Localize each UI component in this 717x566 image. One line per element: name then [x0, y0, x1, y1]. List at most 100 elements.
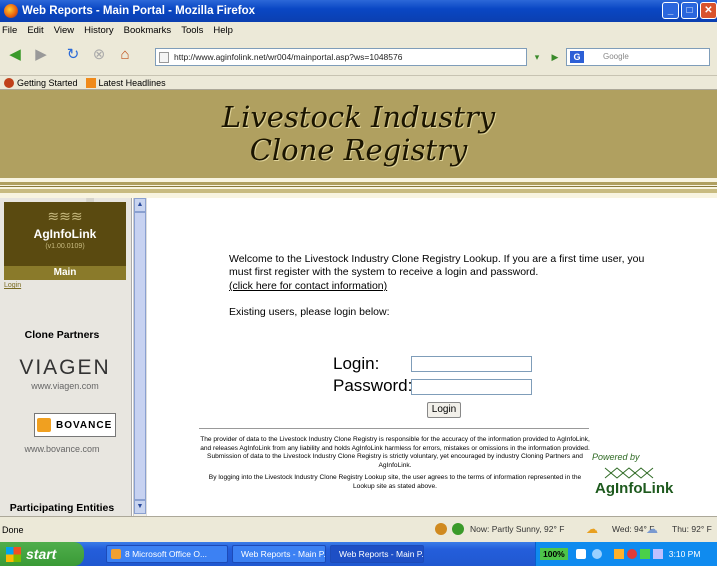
- weather-now: Now: Partly Sunny, 92° F: [470, 524, 565, 534]
- site-banner: Livestock Industry Clone Registry: [0, 90, 717, 178]
- stop-icon[interactable]: ⊗: [88, 44, 110, 66]
- bookmark-latest-headlines[interactable]: Latest Headlines: [85, 77, 166, 88]
- powered-by-logo: AgInfoLink: [595, 480, 674, 497]
- main-nav-header[interactable]: Main: [4, 266, 126, 280]
- banner-divider: [0, 178, 717, 198]
- menu-bookmarks[interactable]: Bookmarks: [124, 25, 172, 36]
- security-icon[interactable]: [626, 549, 637, 559]
- page-icon: [159, 52, 169, 63]
- clock: 3:10 PM: [668, 549, 701, 559]
- bookmark-label: Latest Headlines: [98, 77, 166, 88]
- taskbar-item-web-reports-2[interactable]: Web Reports - Main P...: [330, 545, 424, 563]
- firefox-icon: [4, 4, 18, 18]
- contact-info-link[interactable]: (click here for contact information): [229, 280, 387, 292]
- logo-name: AgInfoLink: [33, 227, 97, 241]
- status-bar: Done Now: Partly Sunny, 92° F ☁ Wed: 94°…: [0, 516, 717, 542]
- aginfolink-globe-icon: [604, 467, 654, 479]
- divider: [199, 428, 589, 429]
- weather-thu: Thu: 92° F: [672, 524, 712, 534]
- rss-icon: [85, 77, 96, 88]
- menu-bar: File Edit View History Bookmarks Tools H…: [0, 22, 717, 38]
- system-tray: 100% 3:10 PM: [535, 542, 717, 566]
- viagen-logo: VIAGEN: [19, 356, 111, 379]
- address-actions: ▾ ▶: [530, 48, 562, 66]
- maximize-button[interactable]: □: [681, 2, 698, 19]
- sidebar: Link ≋≋≋ AgInfoLink (v1.00.0109) Main Lo…: [0, 198, 132, 516]
- close-button[interactable]: ✕: [700, 2, 717, 19]
- task-label: Web Reports - Main P...: [339, 549, 424, 559]
- bookmark-label: Getting Started: [17, 77, 78, 88]
- sidebar-login-link[interactable]: Login: [4, 282, 21, 289]
- taskbar-item-office[interactable]: 8 Microsoft Office O...: [106, 545, 228, 563]
- window-controls: _ □ ✕: [660, 2, 717, 19]
- banner-title-line2: Clone Registry: [249, 133, 468, 167]
- bovance-logo[interactable]: BOVANCE: [34, 413, 116, 437]
- globe-icon: ≋≋≋: [47, 208, 83, 224]
- disclaimer: The provider of data to the Livestock In…: [199, 436, 591, 492]
- password-field[interactable]: [411, 379, 532, 395]
- clone-partners-heading: Clone Partners: [24, 329, 100, 341]
- menu-help[interactable]: Help: [213, 25, 233, 36]
- menu-tools[interactable]: Tools: [181, 25, 203, 36]
- bookmark-getting-started[interactable]: Getting Started: [4, 77, 78, 88]
- bovance-url[interactable]: www.bovance.com: [0, 444, 124, 454]
- windows-logo-icon: [6, 546, 21, 562]
- network-icon[interactable]: [575, 549, 586, 559]
- address-bar[interactable]: http://www.aginfolink.net/wr004/mainport…: [155, 48, 527, 66]
- version-label: (v1.00.0109): [45, 243, 85, 250]
- bookmark-icon: [4, 77, 14, 88]
- password-label: Password:: [333, 376, 413, 395]
- weather-addon-icon[interactable]: [435, 523, 447, 535]
- navigation-toolbar: ◀ ▶ ↻ ⊗ ⌂ http://www.aginfolink.net/wr00…: [0, 38, 717, 76]
- login-button[interactable]: Login: [427, 402, 461, 418]
- start-label: start: [26, 546, 57, 562]
- back-icon[interactable]: ◀: [4, 44, 26, 66]
- search-input[interactable]: G Google: [566, 48, 710, 66]
- bookmarks-toolbar: Getting Started Latest Headlines: [0, 76, 717, 90]
- viagen-partner-link[interactable]: VIAGEN www.viagen.com: [6, 356, 124, 391]
- home-icon[interactable]: ⌂: [114, 44, 136, 66]
- participating-entities-heading: Participating Entities: [9, 502, 115, 514]
- scroll-up-icon[interactable]: ▲: [134, 198, 146, 212]
- menu-view[interactable]: View: [54, 25, 74, 36]
- tray-app-icon[interactable]: [613, 549, 624, 559]
- bluetooth-icon[interactable]: [591, 549, 602, 559]
- banner-title-line1: Livestock Industry: [221, 100, 496, 134]
- scroll-thumb[interactable]: [134, 212, 146, 500]
- sidebar-scrollbar[interactable]: ▲ ▼: [133, 198, 146, 516]
- login-label: Login:: [333, 354, 380, 373]
- users-icon[interactable]: [652, 549, 663, 559]
- status-icon: [452, 523, 464, 535]
- disclaimer-paragraph-1: The provider of data to the Livestock In…: [200, 436, 590, 469]
- search-placeholder: Google: [603, 52, 629, 61]
- cloud-icon: ☁: [646, 522, 658, 536]
- reload-icon[interactable]: ↻: [62, 44, 84, 66]
- disclaimer-paragraph-2: By logging into the Livestock Industry C…: [208, 474, 582, 490]
- partly-sunny-icon: ☁: [586, 522, 598, 536]
- existing-users-text: Existing users, please login below:: [229, 306, 390, 318]
- menu-file[interactable]: File: [2, 25, 17, 36]
- go-icon[interactable]: ▶: [548, 48, 562, 66]
- scroll-down-icon[interactable]: ▼: [134, 500, 146, 514]
- start-button[interactable]: start: [0, 542, 84, 566]
- main-content: Welcome to the Livestock Industry Clone …: [146, 198, 717, 516]
- dropdown-icon[interactable]: ▾: [530, 48, 544, 66]
- window-title: Web Reports - Main Portal - Mozilla Fire…: [22, 5, 256, 17]
- taskbar-item-web-reports-1[interactable]: Web Reports - Main P...: [232, 545, 326, 563]
- sync-icon[interactable]: [639, 549, 650, 559]
- address-text: http://www.aginfolink.net/wr004/mainport…: [174, 52, 403, 62]
- menu-edit[interactable]: Edit: [27, 25, 43, 36]
- welcome-text: Welcome to the Livestock Industry Clone …: [229, 253, 645, 278]
- menu-history[interactable]: History: [84, 25, 114, 36]
- login-field[interactable]: [411, 356, 532, 372]
- powered-by-label: Powered by: [592, 452, 640, 462]
- window-titlebar: Web Reports - Main Portal - Mozilla Fire…: [0, 0, 717, 22]
- status-text: Done: [2, 525, 24, 535]
- task-label: 8 Microsoft Office O...: [125, 549, 208, 559]
- minimize-button[interactable]: _: [662, 2, 679, 19]
- aginfolink-logo: ≋≋≋ AgInfoLink (v1.00.0109): [4, 202, 126, 266]
- battery-percentage: 100%: [540, 548, 568, 560]
- viagen-url: www.viagen.com: [31, 381, 99, 391]
- forward-icon[interactable]: ▶: [30, 44, 52, 66]
- taskbar: start 8 Microsoft Office O... Web Report…: [0, 542, 717, 566]
